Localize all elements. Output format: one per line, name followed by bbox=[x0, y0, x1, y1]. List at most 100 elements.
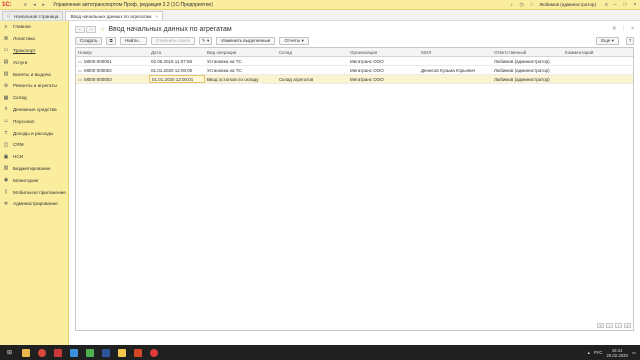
media-player-icon[interactable] bbox=[51, 346, 64, 359]
maximize-button[interactable]: □ bbox=[620, 2, 630, 8]
sidebar-item-monitoring[interactable]: ◉ Мониторинг bbox=[0, 174, 68, 186]
menu-icon[interactable]: ≡ bbox=[22, 1, 29, 8]
number-value: М000-000002 bbox=[84, 68, 112, 73]
minimize-button[interactable]: – bbox=[610, 2, 620, 8]
prev-page-button[interactable]: ‹ bbox=[606, 323, 613, 328]
sidebar-item-crm[interactable]: ◫ CRM bbox=[0, 139, 68, 151]
more-actions-icon[interactable]: ⋮ bbox=[621, 26, 626, 32]
sidebar-item-nsi[interactable]: ▣ НСИ bbox=[0, 151, 68, 163]
favorite-star-icon[interactable]: ☆ bbox=[100, 26, 105, 33]
messenger-icon[interactable] bbox=[83, 346, 96, 359]
section-icon: ▥ bbox=[3, 71, 9, 78]
clock-date: 20.02.2020 bbox=[606, 352, 628, 358]
table-row-selected[interactable]: ▭ М000-000003 01.01.2020 12:00:01 Ввод ос… bbox=[76, 75, 633, 84]
sidebar-item-logistics[interactable]: ⌘ Логистика bbox=[0, 33, 68, 45]
bell-icon[interactable]: ♪ bbox=[508, 1, 515, 8]
os-taskbar: ⊞ ▴ РУС 18:41 20.02.2020 ▭ bbox=[0, 345, 640, 360]
history-icon[interactable]: ◷ bbox=[518, 1, 525, 8]
favorites-icon[interactable]: ☆ bbox=[528, 1, 535, 8]
sidebar-item-mobile-app[interactable]: ▯ Мобильное приложение bbox=[0, 186, 68, 198]
sidebar-item-budgeting[interactable]: ▧ Бюджетирование bbox=[0, 163, 68, 175]
word-icon[interactable] bbox=[99, 346, 112, 359]
table-header-row: Номер Дата Вид операции Склад Организаци… bbox=[76, 48, 633, 57]
help-button[interactable]: ? bbox=[626, 36, 634, 45]
language-indicator[interactable]: РУС bbox=[594, 350, 603, 355]
table-row[interactable]: ▭ М000-000001 02.05.2018 11:07:58 Установ… bbox=[76, 57, 633, 66]
clock[interactable]: 18:41 20.02.2020 bbox=[606, 348, 628, 358]
yandex-icon[interactable] bbox=[147, 346, 160, 359]
sidebar-item-personnel[interactable]: ☺ Персонал bbox=[0, 115, 68, 127]
cell-responsible: Любимов (администратор) bbox=[494, 68, 550, 73]
tab-label: Ввод начальных данных по агрегатам bbox=[70, 13, 152, 19]
edit-mode-button[interactable]: ✎ ▾ bbox=[198, 36, 213, 45]
explorer-icon[interactable] bbox=[19, 346, 32, 359]
sidebar-item-label: НСИ bbox=[13, 154, 24, 160]
sidebar-item-administration[interactable]: ✲ Администрирование bbox=[0, 198, 68, 210]
tab-aggregates-input[interactable]: Ввод начальных данных по агрегатам × bbox=[65, 11, 164, 20]
section-icon: ≡ bbox=[4, 23, 8, 30]
sidebar-item-label: Услуги bbox=[13, 59, 28, 65]
forward-icon[interactable]: ▸ bbox=[40, 1, 47, 8]
sidebar-item-income-expenses[interactable]: ± Доходы и расходы bbox=[0, 127, 68, 139]
sidebar-item-label: Денежные средства bbox=[13, 106, 57, 112]
link-icon[interactable]: ⚲ bbox=[612, 26, 616, 32]
cell-operation: Ввод остатков по складу bbox=[207, 77, 259, 82]
form-area: ← → ☆ Ввод начальных данных по агрегатам… bbox=[69, 21, 640, 345]
close-form-icon[interactable]: × bbox=[631, 26, 634, 32]
reports-button[interactable]: Отчеты ▾ bbox=[279, 36, 309, 45]
sidebar-item-cash[interactable]: ¤ Денежные средства bbox=[0, 104, 68, 116]
back-icon[interactable]: ◂ bbox=[31, 1, 38, 8]
section-icon: ¤ bbox=[4, 106, 8, 113]
forward-button[interactable]: → bbox=[86, 25, 96, 33]
current-user[interactable]: Любимов (администратор) bbox=[539, 2, 596, 7]
sidebar-item-repairs[interactable]: ⚙ Ремонты и агрегаты bbox=[0, 80, 68, 92]
number-value: М000-000001 bbox=[84, 59, 112, 64]
cell-responsible: Любимов (администратор) bbox=[494, 77, 550, 82]
column-header-organization[interactable]: Организация bbox=[348, 48, 419, 57]
column-header-warehouse[interactable]: Склад bbox=[277, 48, 348, 57]
column-header-responsible[interactable]: Ответственный bbox=[492, 48, 563, 57]
cell-organization: Мегатранс ООО bbox=[350, 77, 384, 82]
first-page-button[interactable]: « bbox=[597, 323, 604, 328]
document-icon: ▭ bbox=[78, 77, 83, 82]
sidebar-item-tickets[interactable]: ▥ Билеты и выдача bbox=[0, 68, 68, 80]
start-icon[interactable]: ⊞ bbox=[3, 346, 16, 359]
window-title: Управление автотранспортом Проф, редакци… bbox=[53, 1, 213, 8]
column-header-comment[interactable]: Комментарий bbox=[563, 48, 633, 57]
column-header-date[interactable]: Дата bbox=[149, 48, 205, 57]
find-button[interactable]: Найти... bbox=[119, 36, 147, 45]
documents-table[interactable]: Номер Дата Вид операции Склад Организаци… bbox=[75, 47, 634, 331]
last-page-button[interactable]: » bbox=[624, 323, 631, 328]
app-1c-icon[interactable] bbox=[115, 346, 128, 359]
column-header-operation[interactable]: Вид операции bbox=[205, 48, 277, 57]
section-icon: ◉ bbox=[3, 177, 9, 184]
section-icon: ± bbox=[4, 130, 8, 137]
sidebar-item-services[interactable]: ▤ Услуги bbox=[0, 56, 68, 68]
column-header-mol[interactable]: МОЛ bbox=[419, 48, 492, 57]
create-button[interactable]: Создать bbox=[75, 36, 103, 45]
files-icon[interactable] bbox=[67, 346, 80, 359]
sidebar-item-transport[interactable]: ▭ Транспорт bbox=[0, 45, 68, 57]
copy-icon[interactable]: ⧉ bbox=[106, 36, 116, 45]
cancel-search-button[interactable]: Отменить поиск bbox=[150, 36, 195, 45]
tab-home[interactable]: ⌂ Начальная страница bbox=[2, 11, 64, 20]
close-tab-icon[interactable]: × bbox=[155, 14, 158, 19]
cell-mol bbox=[419, 75, 492, 84]
cell-operation: Установка на ТС bbox=[207, 68, 242, 73]
sidebar-item-warehouse[interactable]: ▦ Склад bbox=[0, 92, 68, 104]
cell-date-focused[interactable]: 01.01.2020 12:00:01 bbox=[149, 75, 205, 83]
next-page-button[interactable]: › bbox=[615, 323, 622, 328]
settings-icon[interactable]: ≡ bbox=[603, 1, 610, 8]
more-button[interactable]: Еще ▾ bbox=[596, 36, 619, 45]
sidebar-item-main[interactable]: ≡ Главное bbox=[0, 21, 68, 33]
change-selected-button[interactable]: Изменить выделенные bbox=[216, 36, 276, 45]
back-button[interactable]: ← bbox=[75, 25, 85, 33]
network-icon[interactable]: ▴ bbox=[588, 350, 590, 356]
column-header-number[interactable]: Номер bbox=[76, 48, 149, 57]
notifications-icon[interactable]: ▭ bbox=[632, 350, 636, 356]
close-window-button[interactable]: × bbox=[630, 2, 640, 8]
browser-icon[interactable] bbox=[35, 346, 48, 359]
sidebar-item-label: CRM bbox=[13, 142, 24, 148]
powerpoint-icon[interactable] bbox=[131, 346, 144, 359]
table-row[interactable]: ▭ М000-000002 01.01.2020 12:00:00 Установ… bbox=[76, 66, 633, 75]
